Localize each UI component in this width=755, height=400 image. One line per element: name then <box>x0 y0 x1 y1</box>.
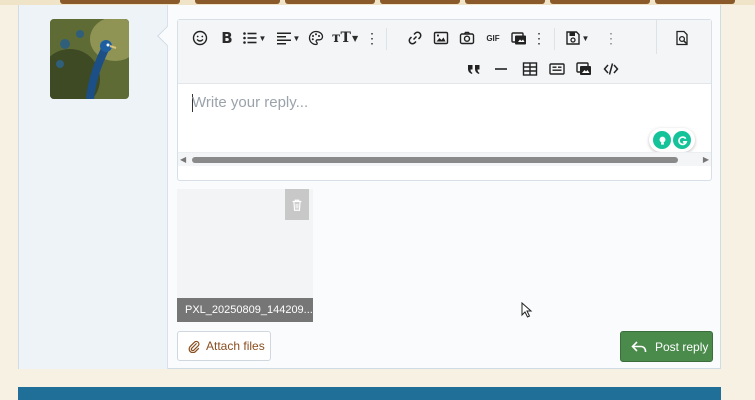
link-icon[interactable] <box>402 25 428 51</box>
chevron-down-icon: ▼ <box>352 33 358 43</box>
nav-tab[interactable] <box>60 0 180 4</box>
lightbulb-icon[interactable] <box>653 131 671 149</box>
nav-tab[interactable] <box>550 0 650 4</box>
smile-icon[interactable] <box>187 25 213 51</box>
reply-placeholder: Write your reply... <box>192 94 308 111</box>
reply-editor: B ▼ ▼ тT▼ ⋮ GIF <box>177 19 712 181</box>
editor-toolbar: B ▼ ▼ тT▼ ⋮ GIF <box>178 20 711 84</box>
chevron-down-icon: ▼ <box>259 34 267 43</box>
bold-icon[interactable]: B <box>214 25 240 51</box>
nav-tab[interactable] <box>380 0 460 4</box>
reply-icon <box>631 339 647 355</box>
scroll-left-icon[interactable]: ◀ <box>180 155 186 164</box>
paperclip-icon <box>187 339 201 353</box>
more-vertical-icon[interactable]: ⋮ <box>359 25 385 51</box>
chevron-down-icon: ▼ <box>582 34 590 43</box>
save-draft-icon[interactable]: ▼ <box>561 25 593 51</box>
grammarly-widget[interactable] <box>649 128 695 152</box>
avatar[interactable] <box>50 19 129 99</box>
nav-tab[interactable] <box>285 0 375 4</box>
attach-files-button[interactable]: Attach files <box>177 331 271 361</box>
attachment-thumbnail[interactable]: PXL_20250809_144209... <box>177 189 313 322</box>
nav-tab[interactable] <box>465 0 545 4</box>
horizontal-scrollbar[interactable]: ◀ ▶ <box>178 152 711 166</box>
chevron-down-icon: ▼ <box>293 34 301 43</box>
camera-icon[interactable] <box>454 25 480 51</box>
list-icon[interactable]: ▼ <box>238 25 270 51</box>
more-vertical-icon[interactable]: ⋮ <box>526 25 552 51</box>
reply-textarea[interactable]: Write your reply... ◀ ▶ <box>178 84 711 166</box>
gallery-icon[interactable] <box>571 56 597 82</box>
quick-reply-block: B ▼ ▼ тT▼ ⋮ GIF <box>18 5 721 369</box>
grammarly-logo-icon[interactable] <box>673 131 691 149</box>
toolbar-separator <box>656 20 657 54</box>
scrollbar-thumb[interactable] <box>192 157 678 163</box>
post-reply-button[interactable]: Post reply <box>620 331 713 362</box>
trash-icon <box>290 198 304 212</box>
image-icon[interactable] <box>428 25 454 51</box>
next-block-header <box>18 387 721 400</box>
gif-icon[interactable]: GIF <box>480 25 506 51</box>
preview-icon[interactable] <box>669 25 695 51</box>
user-column <box>19 5 168 369</box>
post-reply-label: Post reply <box>655 340 708 354</box>
code-block-icon[interactable] <box>544 56 570 82</box>
nav-tab[interactable] <box>655 0 735 4</box>
toolbar-separator <box>554 28 555 50</box>
palette-icon[interactable] <box>303 25 329 51</box>
attachment-filename: PXL_20250809_144209... <box>177 298 313 322</box>
toolbar-separator <box>386 28 387 50</box>
mouse-pointer-icon <box>521 302 533 318</box>
nav-tab[interactable] <box>195 0 280 4</box>
table-icon[interactable] <box>517 56 543 82</box>
align-icon[interactable]: ▼ <box>272 25 304 51</box>
text-size-icon[interactable]: тT▼ <box>329 25 361 51</box>
horizontal-rule-icon[interactable] <box>488 56 514 82</box>
code-icon[interactable] <box>598 56 624 82</box>
delete-attachment-button[interactable] <box>285 189 309 220</box>
peacock-avatar-image <box>50 19 129 99</box>
attach-files-label: Attach files <box>206 339 265 353</box>
more-vertical-icon[interactable]: ⋮ <box>598 25 624 51</box>
quote-icon[interactable] <box>461 56 487 82</box>
text-size-glyph: тT <box>332 30 351 46</box>
scroll-right-icon[interactable]: ▶ <box>703 155 709 164</box>
